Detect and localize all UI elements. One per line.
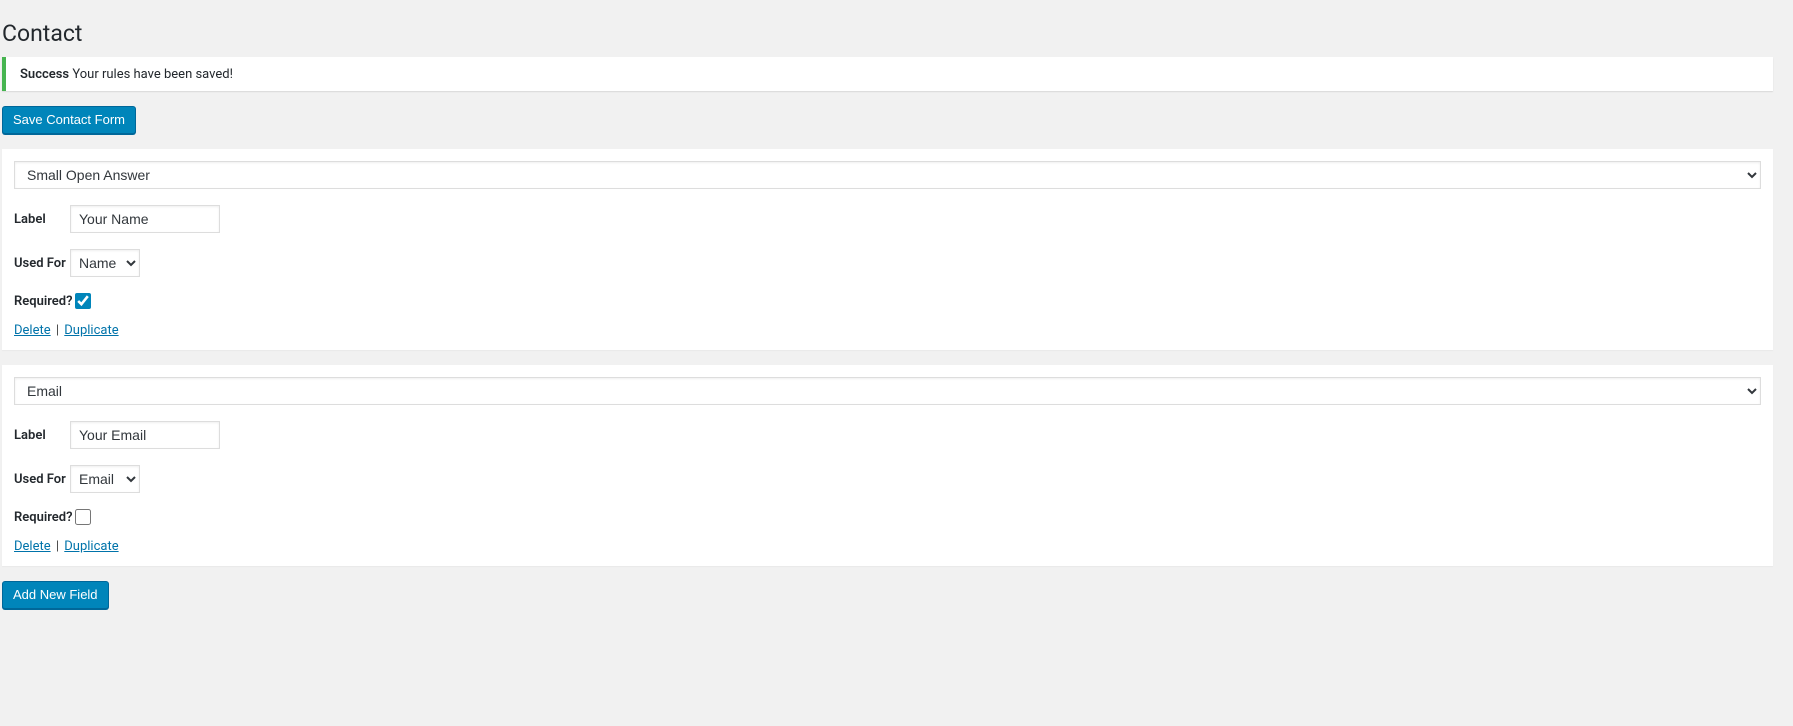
notice-text: Your rules have been saved! [69,67,233,82]
used-for-select[interactable]: Name [70,249,140,277]
field-block: Email Label Used For Email Required? Del… [2,365,1773,566]
add-new-field-button[interactable]: Add New Field [2,581,109,609]
label-input[interactable] [70,421,220,449]
used-for-select[interactable]: Email [70,465,140,493]
delete-link[interactable]: Delete [14,323,51,338]
field-block: Small Open Answer Label Used For Name Re… [2,149,1773,350]
used-for-label: Used For [14,472,70,487]
delete-link[interactable]: Delete [14,539,51,554]
success-notice: Success Your rules have been saved! [2,57,1773,91]
action-separator: | [53,323,63,338]
duplicate-link[interactable]: Duplicate [64,323,118,338]
required-checkbox[interactable] [75,509,91,525]
label-label: Label [14,212,70,227]
action-separator: | [53,539,63,554]
save-contact-form-button[interactable]: Save Contact Form [2,106,136,134]
label-input[interactable] [70,205,220,233]
required-checkbox[interactable] [75,293,91,309]
notice-strong: Success [20,67,69,82]
page-title: Contact [2,10,1773,52]
used-for-label: Used For [14,256,70,271]
field-type-select[interactable]: Small Open Answer [14,161,1761,189]
required-label: Required? [14,510,73,525]
field-type-select[interactable]: Email [14,377,1761,405]
duplicate-link[interactable]: Duplicate [64,539,118,554]
required-label: Required? [14,294,73,309]
label-label: Label [14,428,70,443]
